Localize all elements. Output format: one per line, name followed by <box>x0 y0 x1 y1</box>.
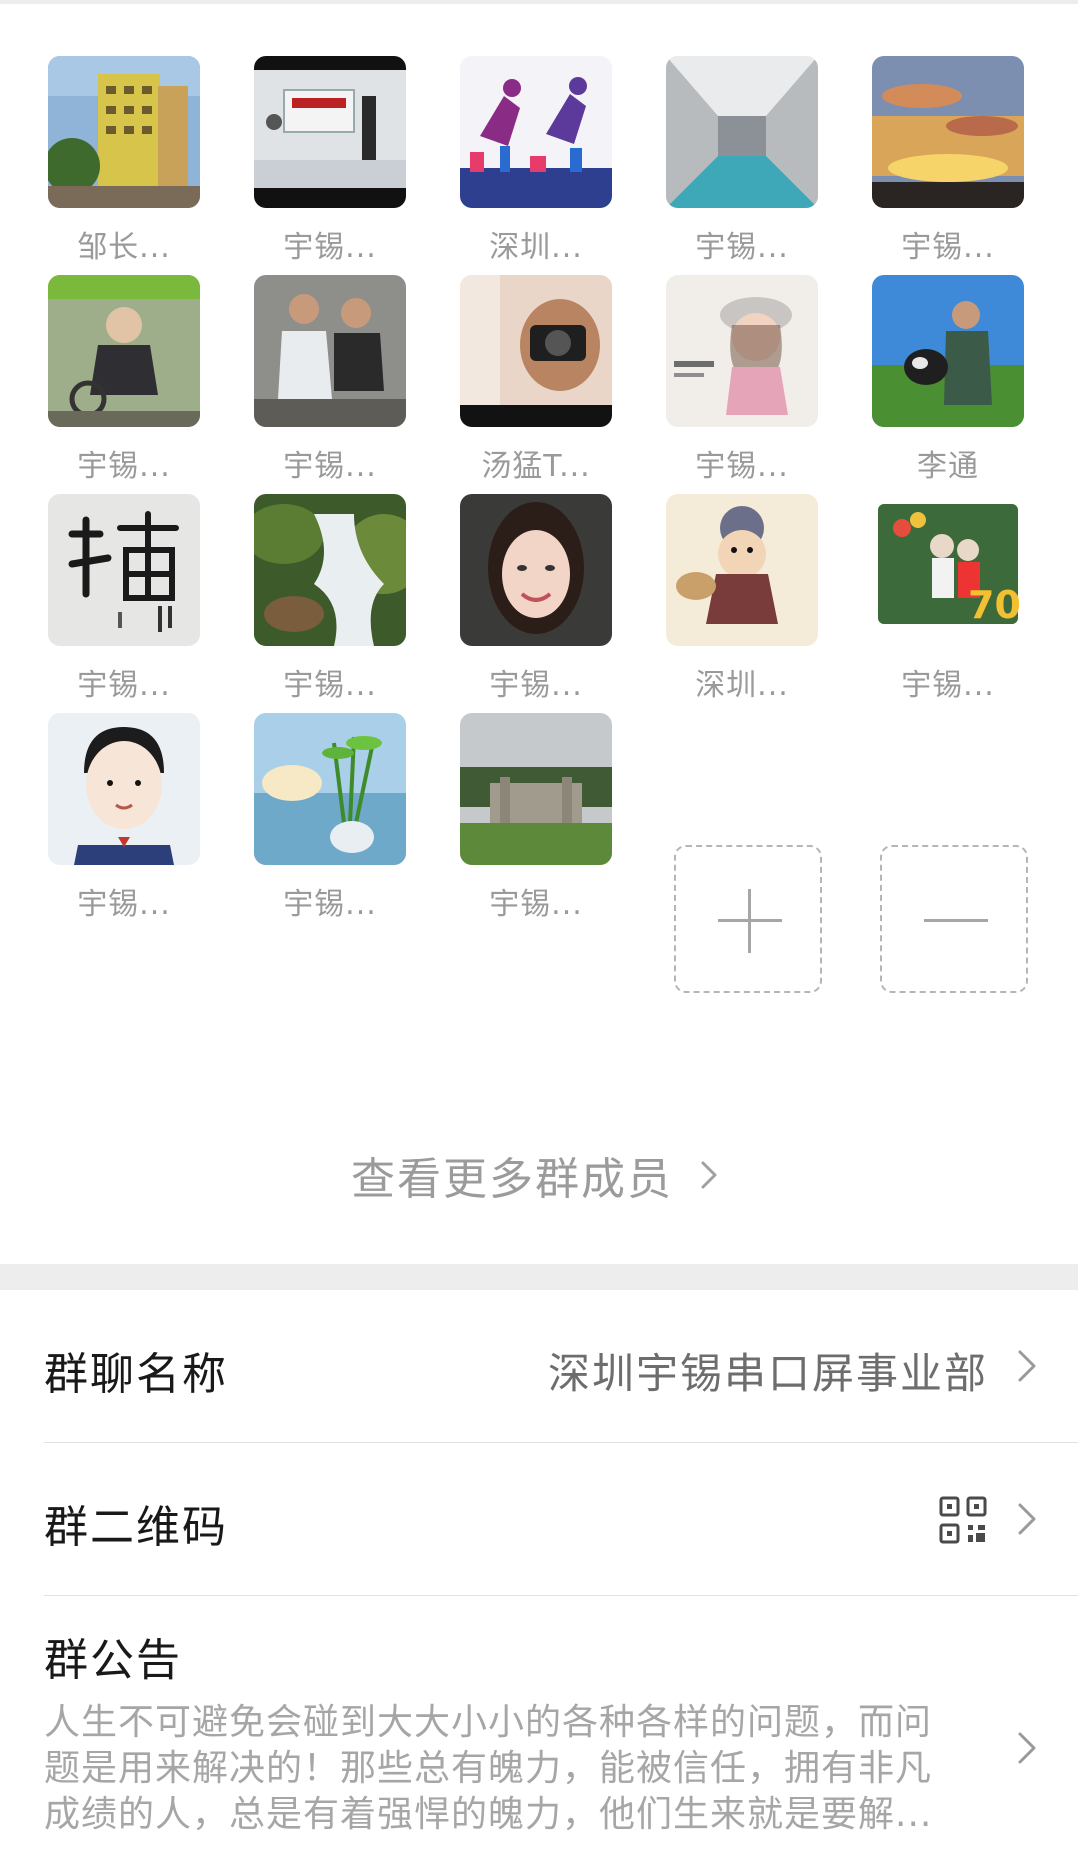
woman-portrait-photo-icon <box>460 494 612 646</box>
group-notice-label: 群公告 <box>44 1635 182 1686</box>
two-friends-photo-icon <box>254 275 406 427</box>
member-item[interactable]: 深圳... <box>412 4 618 265</box>
group-qr-code-row[interactable]: 群二维码 <box>0 1443 1078 1595</box>
man-with-dog-photo-icon <box>872 275 1024 427</box>
member-item[interactable]: 邹长... <box>0 4 206 265</box>
member-item[interactable]: 宇锡... <box>206 661 412 922</box>
building-photo-icon <box>48 56 200 208</box>
corridor-photo-icon <box>666 56 818 208</box>
plus-icon-vertical <box>748 889 751 953</box>
kids-balloons-70-icon: 70 <box>872 494 1024 646</box>
chevron-right-icon <box>1018 1503 1036 1535</box>
member-item[interactable]: 宇锡... <box>824 4 1030 265</box>
qr-code-icon <box>939 1496 987 1544</box>
member-item[interactable]: 宇锡... <box>618 4 824 265</box>
member-item[interactable]: 宇锡... <box>206 442 412 703</box>
cartoon-boy-icon <box>666 494 818 646</box>
chevron-right-icon <box>1018 1350 1036 1382</box>
member-item[interactable]: 李通 <box>824 223 1030 484</box>
view-more-members-label: 查看更多群成员 <box>351 1154 673 1205</box>
member-item[interactable]: 汤猛T... <box>412 223 618 484</box>
minus-icon <box>924 919 988 922</box>
member-item[interactable]: 深圳... <box>618 442 824 703</box>
chevron-right-icon <box>701 1161 717 1189</box>
member-item[interactable]: 宇锡... <box>412 661 618 922</box>
member-item[interactable]: 宇锡... <box>0 442 206 703</box>
campus-gate-photo-icon <box>460 713 612 865</box>
bamboo-plant-icon <box>254 713 406 865</box>
member-item[interactable]: 宇锡... <box>412 442 618 703</box>
group-name-row[interactable]: 群聊名称 深圳宇锡串口屏事业部 <box>0 1290 1078 1442</box>
cartoon-man-icon <box>48 713 200 865</box>
add-member-button[interactable] <box>674 845 822 993</box>
cartoon-girl-icon <box>666 275 818 427</box>
group-name-value: 深圳宇锡串口屏事业部 <box>547 1349 988 1398</box>
office-lobby-photo-icon <box>254 56 406 208</box>
member-item[interactable]: 宇锡... <box>0 223 206 484</box>
group-qr-code-label: 群二维码 <box>44 1502 228 1553</box>
waterfall-photo-icon <box>254 494 406 646</box>
chevron-right-icon <box>1018 1732 1036 1764</box>
view-more-members-link[interactable]: 查看更多群成员 <box>0 1140 1078 1210</box>
group-notice-text: 人生不可避免会碰到大大小小的各种各样的问题，而问题是用来解决的！那些总有魄力，能… <box>44 1702 933 1835</box>
member-name: 宇锡... <box>489 887 583 922</box>
member-item[interactable]: 宇锡... <box>206 223 412 484</box>
member-item[interactable]: 宇锡... <box>618 223 824 484</box>
member-item[interactable]: 宇锡... <box>0 661 206 922</box>
member-item[interactable]: 70 宇锡... <box>824 442 1030 703</box>
member-item[interactable]: 宇锡... <box>206 4 412 265</box>
camera-selfie-photo-icon <box>460 275 612 427</box>
group-name-label: 群聊名称 <box>44 1349 228 1400</box>
calligraphy-icon <box>48 494 200 646</box>
runners-illustration-icon <box>460 56 612 208</box>
members-panel: 邹长... 宇锡... 深圳... 宇锡... 宇锡... 宇锡... 宇锡..… <box>0 4 1078 1264</box>
sunset-sky-photo-icon <box>872 56 1024 208</box>
man-on-bike-photo-icon <box>48 275 200 427</box>
remove-member-button[interactable] <box>880 845 1028 993</box>
member-name: 宇锡... <box>901 668 995 703</box>
svg-text:70: 70 <box>968 583 1021 627</box>
